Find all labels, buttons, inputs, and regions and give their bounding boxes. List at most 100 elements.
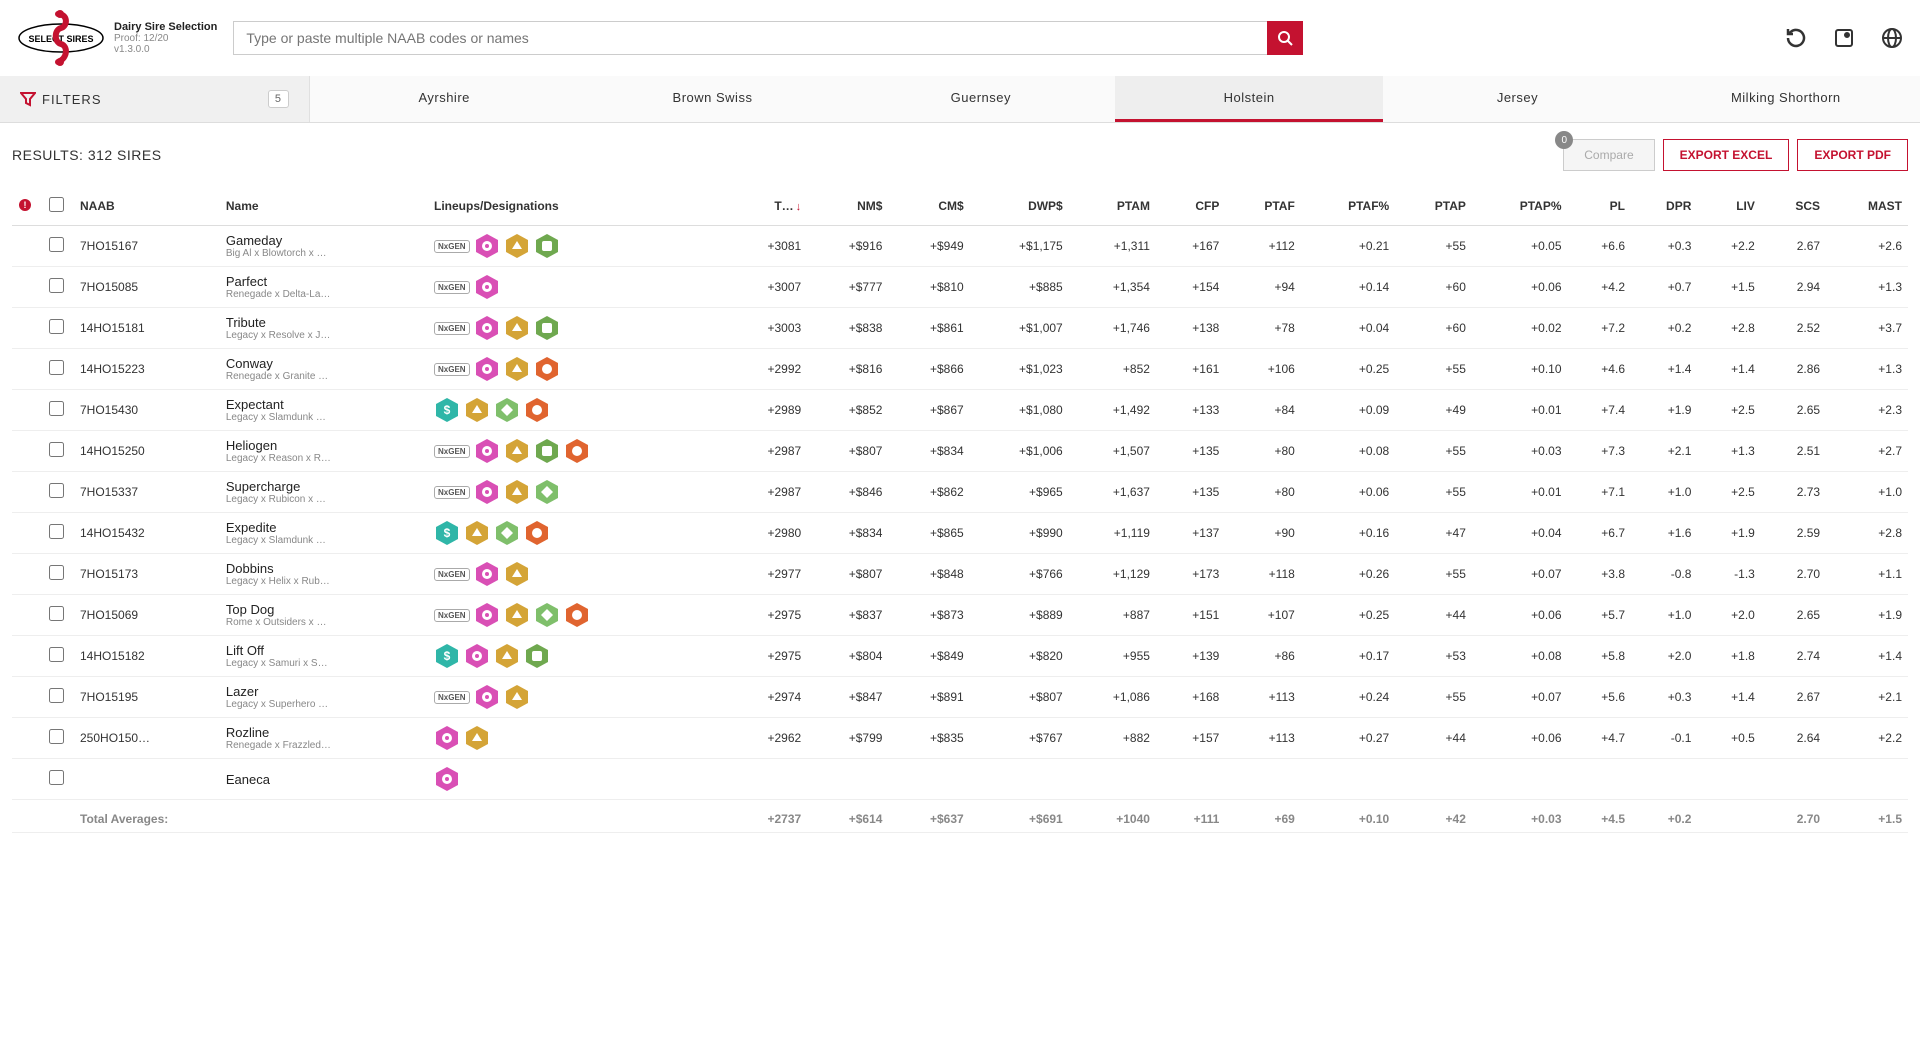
row-checkbox[interactable]: [49, 442, 64, 457]
name-cell[interactable]: ParfectRenegade x Delta-La…: [220, 267, 428, 308]
row-checkbox[interactable]: [49, 606, 64, 621]
breed-tab-milking-shorthorn[interactable]: Milking Shorthorn: [1652, 76, 1920, 122]
col-scs[interactable]: SCS: [1761, 187, 1826, 226]
row-checkbox[interactable]: [49, 647, 64, 662]
breed-tab-ayrshire[interactable]: Ayrshire: [310, 76, 578, 122]
ptaf-cell: +107: [1225, 595, 1300, 636]
filters-tab[interactable]: FILTERS 5: [0, 76, 310, 122]
name-cell[interactable]: SuperchargeLegacy x Rubicon x …: [220, 472, 428, 513]
col-ptaf[interactable]: PTAF%: [1301, 187, 1395, 226]
ptapp-cell: +0.07: [1472, 554, 1568, 595]
scs-cell: 2.59: [1761, 513, 1826, 554]
dpr-cell: +0.3: [1631, 226, 1697, 267]
col-name[interactable]: Name: [220, 187, 428, 226]
dpr-cell: +0.3: [1631, 677, 1697, 718]
col-pl[interactable]: PL: [1568, 187, 1631, 226]
totals-dpr: +0.2: [1631, 800, 1697, 833]
row-checkbox[interactable]: [49, 278, 64, 293]
pl-cell: [1568, 759, 1631, 800]
name-cell[interactable]: RozlineRenegade x Frazzled…: [220, 718, 428, 759]
scs-cell: 2.70: [1761, 554, 1826, 595]
export-excel-button[interactable]: EXPORT EXCEL: [1663, 139, 1790, 171]
dpr-cell: +1.0: [1631, 595, 1697, 636]
compare-button[interactable]: Compare: [1563, 139, 1654, 171]
col-dwp[interactable]: DWP$: [970, 187, 1069, 226]
col-cm[interactable]: CM$: [888, 187, 969, 226]
row-checkbox[interactable]: [49, 483, 64, 498]
ptapp-cell: +0.04: [1472, 513, 1568, 554]
row-checkbox[interactable]: [49, 688, 64, 703]
card-view-button[interactable]: [1832, 26, 1856, 50]
ptafp-cell: +0.08: [1301, 431, 1395, 472]
dwp-cell: +$1,080: [970, 390, 1069, 431]
col-ptaf[interactable]: PTAF: [1225, 187, 1300, 226]
row-checkbox[interactable]: [49, 401, 64, 416]
col-ptap[interactable]: PTAP%: [1472, 187, 1568, 226]
refresh-button[interactable]: [1784, 26, 1808, 50]
name-cell[interactable]: ExpectantLegacy x Slamdunk …: [220, 390, 428, 431]
col-cfp[interactable]: CFP: [1156, 187, 1225, 226]
search-input[interactable]: [233, 21, 1267, 55]
col-dpr[interactable]: DPR: [1631, 187, 1697, 226]
row-checkbox[interactable]: [49, 770, 64, 785]
ptafp-cell: +0.25: [1301, 349, 1395, 390]
select-all-checkbox[interactable]: [49, 197, 64, 212]
col-mast[interactable]: MAST: [1826, 187, 1908, 226]
ptam-cell: +1,354: [1069, 267, 1156, 308]
name-cell[interactable]: Lift OffLegacy x Samuri x S…: [220, 636, 428, 677]
breed-tab-holstein[interactable]: Holstein: [1115, 76, 1383, 122]
breed-tab-jersey[interactable]: Jersey: [1383, 76, 1651, 122]
col-nm[interactable]: NM$: [807, 187, 888, 226]
ptap-cell: +44: [1395, 595, 1472, 636]
liv-cell: +1.5: [1697, 267, 1760, 308]
naab-cell: 7HO15195: [74, 677, 220, 718]
col-t[interactable]: T…↓: [726, 187, 807, 226]
col-lineupsdesignations[interactable]: Lineups/Designations: [428, 187, 726, 226]
language-button[interactable]: [1880, 26, 1904, 50]
breed-tab-brown-swiss[interactable]: Brown Swiss: [578, 76, 846, 122]
scs-cell: [1761, 759, 1826, 800]
ptam-cell: +1,746: [1069, 308, 1156, 349]
ptapp-cell: +0.05: [1472, 226, 1568, 267]
row-checkbox[interactable]: [49, 565, 64, 580]
dpr-cell: +1.9: [1631, 390, 1697, 431]
t-cell: +2992: [726, 349, 807, 390]
cm-cell: [888, 759, 969, 800]
col-liv[interactable]: LIV: [1697, 187, 1760, 226]
liv-cell: +1.3: [1697, 431, 1760, 472]
name-cell[interactable]: LazerLegacy x Superhero …: [220, 677, 428, 718]
row-checkbox[interactable]: [49, 319, 64, 334]
svg-text:$: $: [444, 526, 451, 540]
search-bar: [233, 21, 1303, 55]
ptapp-cell: +0.03: [1472, 431, 1568, 472]
export-pdf-button[interactable]: EXPORT PDF: [1797, 139, 1908, 171]
name-cell[interactable]: TributeLegacy x Resolve x J…: [220, 308, 428, 349]
badges-cell: $: [428, 636, 726, 677]
name-cell[interactable]: ExpediteLegacy x Slamdunk …: [220, 513, 428, 554]
row-checkbox[interactable]: [49, 524, 64, 539]
naab-cell: 7HO15173: [74, 554, 220, 595]
ptap-cell: +44: [1395, 718, 1472, 759]
name-cell[interactable]: ConwayRenegade x Granite …: [220, 349, 428, 390]
col-naab[interactable]: NAAB: [74, 187, 220, 226]
mast-cell: +2.7: [1826, 431, 1908, 472]
breed-tab-guernsey[interactable]: Guernsey: [847, 76, 1115, 122]
row-checkbox[interactable]: [49, 729, 64, 744]
name-cell[interactable]: GamedayBig Al x Blowtorch x …: [220, 226, 428, 267]
name-cell[interactable]: DobbinsLegacy x Helix x Rub…: [220, 554, 428, 595]
t-cell: [726, 759, 807, 800]
search-button[interactable]: [1267, 21, 1303, 55]
ptapp-cell: [1472, 759, 1568, 800]
name-cell[interactable]: Top DogRome x Outsiders x …: [220, 595, 428, 636]
totals-liv: [1697, 800, 1760, 833]
t-cell: +2987: [726, 431, 807, 472]
name-cell[interactable]: Eaneca: [220, 759, 428, 800]
name-cell[interactable]: HeliogenLegacy x Reason x R…: [220, 431, 428, 472]
col-ptam[interactable]: PTAM: [1069, 187, 1156, 226]
col-ptap[interactable]: PTAP: [1395, 187, 1472, 226]
card-icon: [1833, 27, 1855, 49]
nm-cell: +$807: [807, 431, 888, 472]
row-checkbox[interactable]: [49, 237, 64, 252]
cm-cell: +$848: [888, 554, 969, 595]
row-checkbox[interactable]: [49, 360, 64, 375]
